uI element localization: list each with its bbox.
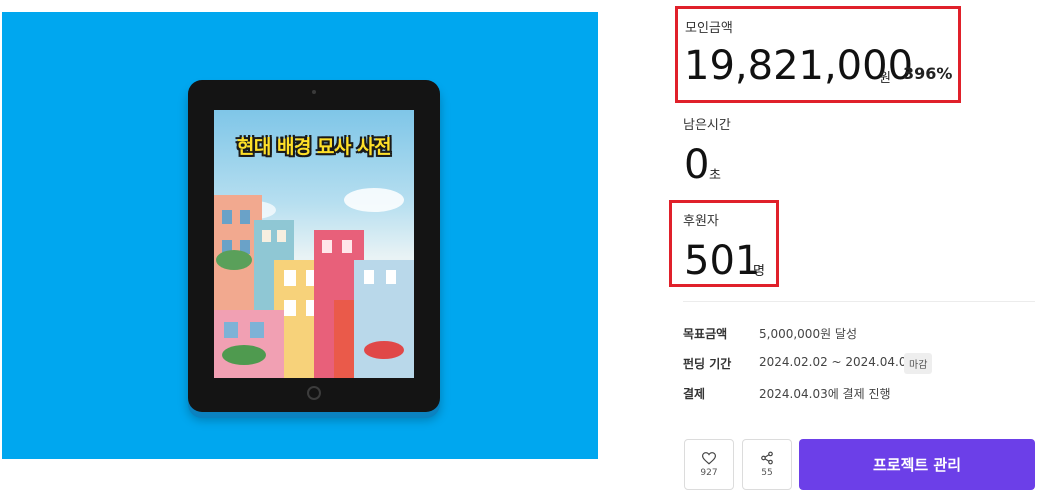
project-cover-image: 현대 배경 묘사 사전 <box>2 12 598 459</box>
backers-value: 501 <box>684 238 761 284</box>
backers-label: 후원자 <box>683 214 719 229</box>
period-status-badge: 마감 <box>904 353 933 374</box>
tablet-home-button <box>307 386 321 400</box>
heart-icon <box>702 451 716 465</box>
share-button[interactable]: 55 <box>742 439 792 490</box>
goal-value: 5,000,000원 달성 <box>759 327 858 341</box>
funding-unit: 원 <box>879 71 891 86</box>
share-icon <box>761 451 773 465</box>
book-cover: 현대 배경 묘사 사전 <box>214 110 414 378</box>
goal-label: 목표금액 <box>683 327 728 341</box>
period-value: 2024.02.02 ~ 2024.04.02 <box>759 355 915 369</box>
book-cover-title: 현대 배경 묘사 사전 <box>236 136 392 158</box>
time-left-value: 0 <box>684 142 710 188</box>
funding-label: 모인금액 <box>685 21 733 36</box>
period-label: 펀딩 기간 <box>683 357 732 371</box>
like-count: 927 <box>700 467 718 478</box>
funding-percent: 396% <box>903 64 953 83</box>
share-count: 55 <box>761 468 773 478</box>
tablet-camera <box>312 90 316 94</box>
section-divider <box>683 301 1035 302</box>
payment-label: 결제 <box>683 387 706 401</box>
manage-project-button[interactable]: 프로젝트 관리 <box>799 439 1035 490</box>
time-left-label: 남은시간 <box>683 118 731 133</box>
payment-value: 2024.04.03에 결제 진행 <box>759 387 891 401</box>
like-button[interactable]: 927 <box>684 439 734 490</box>
time-left-unit: 초 <box>709 168 721 183</box>
backers-unit: 명 <box>753 264 765 279</box>
tablet-mockup: 현대 배경 묘사 사전 <box>188 80 440 412</box>
